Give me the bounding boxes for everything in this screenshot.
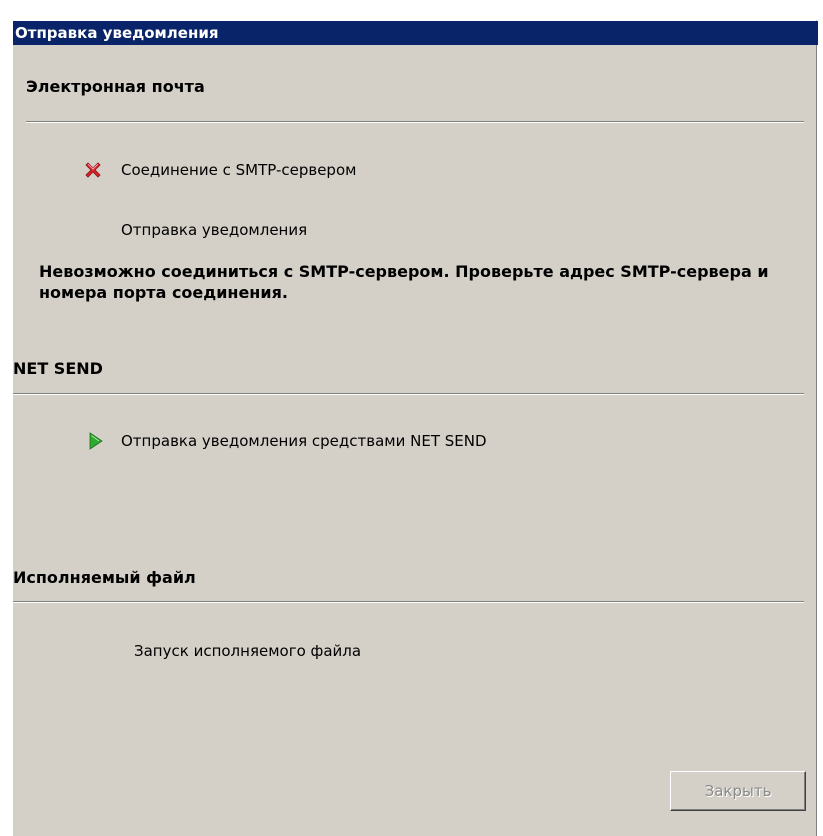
item-run-executable: Запуск исполняемого файла — [134, 642, 362, 660]
section-divider-net-send — [13, 393, 804, 395]
close-button[interactable]: Закрыть — [670, 771, 806, 811]
error-x-icon — [83, 160, 103, 180]
notification-dialog: Отправка уведомления Электронная почта С… — [12, 20, 818, 836]
section-divider-email — [26, 121, 804, 123]
item-send-notification: Отправка уведомления — [121, 221, 308, 239]
item-smtp-connection: Соединение с SMTP-сервером — [121, 161, 357, 179]
smtp-error-message: Невозможно соединиться с SMTP-сервером. … — [39, 262, 769, 302]
section-divider-executable — [13, 601, 804, 603]
play-arrow-icon — [87, 431, 107, 451]
item-net-send: Отправка уведомления средствами NET SEND — [121, 432, 487, 450]
window-title: Отправка уведомления — [15, 24, 219, 42]
section-header-executable: Исполняемый файл — [13, 568, 196, 587]
section-header-net-send: NET SEND — [13, 359, 103, 378]
title-bar: Отправка уведомления — [13, 21, 818, 45]
section-header-email: Электронная почта — [26, 77, 205, 96]
